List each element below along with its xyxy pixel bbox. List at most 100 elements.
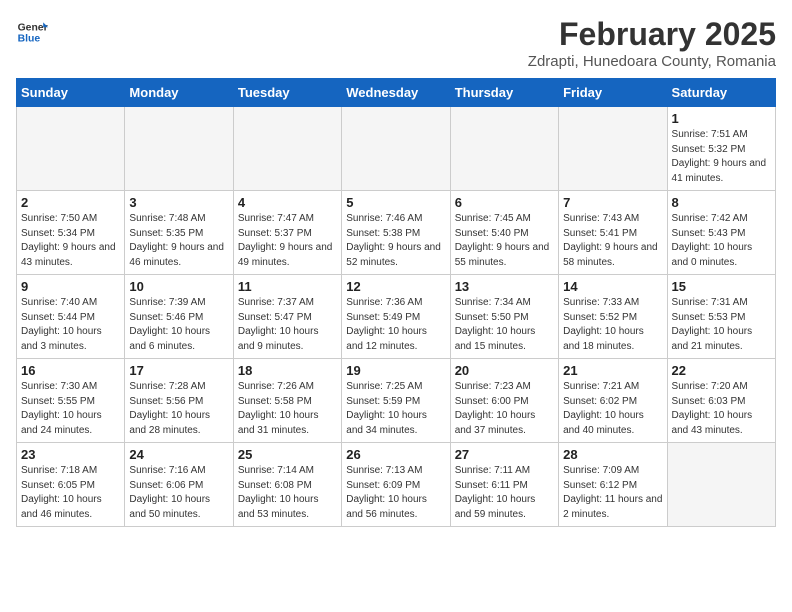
weekday-header-friday: Friday: [559, 79, 667, 107]
page-header: General Blue February 2025 Zdrapti, Hune…: [16, 16, 776, 70]
calendar-cell: [233, 107, 341, 191]
day-detail: Sunrise: 7:50 AM Sunset: 5:34 PM Dayligh…: [21, 212, 120, 270]
day-number: 18: [238, 363, 337, 378]
calendar-cell: 28 Sunrise: 7:09 AM Sunset: 6:12 PM Dayli…: [559, 443, 667, 527]
calendar-cell: 20 Sunrise: 7:23 AM Sunset: 6:00 PM Dayli…: [450, 359, 558, 443]
logo-icon: General Blue: [16, 16, 48, 48]
day-number: 26: [346, 447, 445, 462]
calendar-cell: [125, 107, 233, 191]
calendar-week-3: 16 Sunrise: 7:30 AM Sunset: 5:55 PM Dayli…: [17, 359, 776, 443]
day-number: 1: [672, 111, 771, 126]
weekday-header-monday: Monday: [125, 79, 233, 107]
title-area: February 2025 Zdrapti, Hunedoara County,…: [528, 16, 776, 70]
day-detail: Sunrise: 7:09 AM Sunset: 6:12 PM Dayligh…: [563, 464, 662, 522]
day-detail: Sunrise: 7:23 AM Sunset: 6:00 PM Dayligh…: [455, 380, 554, 438]
day-detail: Sunrise: 7:31 AM Sunset: 5:53 PM Dayligh…: [672, 296, 771, 354]
day-number: 23: [21, 447, 120, 462]
calendar-cell: 14 Sunrise: 7:33 AM Sunset: 5:52 PM Dayli…: [559, 275, 667, 359]
calendar-cell: 7 Sunrise: 7:43 AM Sunset: 5:41 PM Daylig…: [559, 191, 667, 275]
calendar-cell: 25 Sunrise: 7:14 AM Sunset: 6:08 PM Dayli…: [233, 443, 341, 527]
weekday-header-wednesday: Wednesday: [342, 79, 450, 107]
day-detail: Sunrise: 7:11 AM Sunset: 6:11 PM Dayligh…: [455, 464, 554, 522]
calendar-cell: 19Sunrise: 7:25 AM Sunset: 5:59 PM Dayli…: [342, 359, 450, 443]
day-detail: Sunrise: 7:16 AM Sunset: 6:06 PM Dayligh…: [129, 464, 228, 522]
day-detail: Sunrise: 7:42 AM Sunset: 5:43 PM Dayligh…: [672, 212, 771, 270]
calendar-cell: 6Sunrise: 7:45 AM Sunset: 5:40 PM Daylig…: [450, 191, 558, 275]
page-title: February 2025: [528, 16, 776, 53]
page-subtitle: Zdrapti, Hunedoara County, Romania: [528, 53, 776, 70]
logo: General Blue: [16, 16, 48, 48]
day-detail: Sunrise: 7:46 AM Sunset: 5:38 PM Dayligh…: [346, 212, 445, 270]
day-number: 27: [455, 447, 554, 462]
day-number: 28: [563, 447, 662, 462]
day-number: 4: [238, 195, 337, 210]
day-number: 25: [238, 447, 337, 462]
day-detail: Sunrise: 7:33 AM Sunset: 5:52 PM Dayligh…: [563, 296, 662, 354]
calendar-cell: [17, 107, 125, 191]
calendar-week-0: 1 Sunrise: 7:51 AM Sunset: 5:32 PM Daylig…: [17, 107, 776, 191]
calendar-week-1: 2 Sunrise: 7:50 AM Sunset: 5:34 PM Daylig…: [17, 191, 776, 275]
calendar-cell: 1 Sunrise: 7:51 AM Sunset: 5:32 PM Daylig…: [667, 107, 775, 191]
calendar-week-2: 9 Sunrise: 7:40 AM Sunset: 5:44 PM Daylig…: [17, 275, 776, 359]
day-number: 22: [672, 363, 771, 378]
day-detail: Sunrise: 7:43 AM Sunset: 5:41 PM Dayligh…: [563, 212, 662, 270]
day-number: 24: [129, 447, 228, 462]
calendar-cell: 10Sunrise: 7:39 AM Sunset: 5:46 PM Dayli…: [125, 275, 233, 359]
calendar-cell: [667, 443, 775, 527]
day-number: 3: [129, 195, 228, 210]
day-number: 2: [21, 195, 120, 210]
calendar-cell: 13 Sunrise: 7:34 AM Sunset: 5:50 PM Dayli…: [450, 275, 558, 359]
day-detail: Sunrise: 7:26 AM Sunset: 5:58 PM Dayligh…: [238, 380, 337, 438]
day-detail: Sunrise: 7:28 AM Sunset: 5:56 PM Dayligh…: [129, 380, 228, 438]
svg-text:Blue: Blue: [18, 34, 41, 45]
day-number: 8: [672, 195, 771, 210]
calendar-cell: 4 Sunrise: 7:47 AM Sunset: 5:37 PM Daylig…: [233, 191, 341, 275]
calendar-cell: 27 Sunrise: 7:11 AM Sunset: 6:11 PM Dayli…: [450, 443, 558, 527]
calendar-header-row: SundayMondayTuesdayWednesdayThursdayFrid…: [17, 79, 776, 107]
calendar-table: SundayMondayTuesdayWednesdayThursdayFrid…: [16, 78, 776, 527]
day-number: 17: [129, 363, 228, 378]
day-detail: Sunrise: 7:51 AM Sunset: 5:32 PM Dayligh…: [672, 128, 771, 186]
day-detail: Sunrise: 7:37 AM Sunset: 5:47 PM Dayligh…: [238, 296, 337, 354]
calendar-cell: 17 Sunrise: 7:28 AM Sunset: 5:56 PM Dayli…: [125, 359, 233, 443]
day-number: 20: [455, 363, 554, 378]
day-number: 14: [563, 279, 662, 294]
day-number: 5: [346, 195, 445, 210]
calendar-cell: 23 Sunrise: 7:18 AM Sunset: 6:05 PM Dayli…: [17, 443, 125, 527]
day-number: 6: [455, 195, 554, 210]
calendar-cell: 5 Sunrise: 7:46 AM Sunset: 5:38 PM Daylig…: [342, 191, 450, 275]
weekday-header-saturday: Saturday: [667, 79, 775, 107]
day-detail: Sunrise: 7:18 AM Sunset: 6:05 PM Dayligh…: [21, 464, 120, 522]
calendar-cell: 8 Sunrise: 7:42 AM Sunset: 5:43 PM Daylig…: [667, 191, 775, 275]
day-number: 13: [455, 279, 554, 294]
day-detail: Sunrise: 7:30 AM Sunset: 5:55 PM Dayligh…: [21, 380, 120, 438]
calendar-cell: 22 Sunrise: 7:20 AM Sunset: 6:03 PM Dayli…: [667, 359, 775, 443]
day-detail: Sunrise: 7:34 AM Sunset: 5:50 PM Dayligh…: [455, 296, 554, 354]
day-number: 21: [563, 363, 662, 378]
day-detail: Sunrise: 7:13 AM Sunset: 6:09 PM Dayligh…: [346, 464, 445, 522]
day-number: 12: [346, 279, 445, 294]
calendar-cell: 9 Sunrise: 7:40 AM Sunset: 5:44 PM Daylig…: [17, 275, 125, 359]
calendar-cell: [559, 107, 667, 191]
day-detail: Sunrise: 7:39 AM Sunset: 5:46 PM Dayligh…: [129, 296, 228, 354]
day-number: 9: [21, 279, 120, 294]
day-detail: Sunrise: 7:36 AM Sunset: 5:49 PM Dayligh…: [346, 296, 445, 354]
weekday-header-sunday: Sunday: [17, 79, 125, 107]
day-number: 16: [21, 363, 120, 378]
calendar-cell: 15Sunrise: 7:31 AM Sunset: 5:53 PM Dayli…: [667, 275, 775, 359]
day-detail: Sunrise: 7:40 AM Sunset: 5:44 PM Dayligh…: [21, 296, 120, 354]
calendar-cell: 3 Sunrise: 7:48 AM Sunset: 5:35 PM Daylig…: [125, 191, 233, 275]
calendar-cell: 12 Sunrise: 7:36 AM Sunset: 5:49 PM Dayli…: [342, 275, 450, 359]
weekday-header-thursday: Thursday: [450, 79, 558, 107]
day-number: 11: [238, 279, 337, 294]
calendar-cell: 24 Sunrise: 7:16 AM Sunset: 6:06 PM Dayli…: [125, 443, 233, 527]
day-number: 19: [346, 363, 445, 378]
day-detail: Sunrise: 7:48 AM Sunset: 5:35 PM Dayligh…: [129, 212, 228, 270]
calendar-cell: 11 Sunrise: 7:37 AM Sunset: 5:47 PM Dayli…: [233, 275, 341, 359]
day-detail: Sunrise: 7:47 AM Sunset: 5:37 PM Dayligh…: [238, 212, 337, 270]
day-number: 7: [563, 195, 662, 210]
calendar-cell: [342, 107, 450, 191]
day-detail: Sunrise: 7:14 AM Sunset: 6:08 PM Dayligh…: [238, 464, 337, 522]
calendar-cell: 16 Sunrise: 7:30 AM Sunset: 5:55 PM Dayli…: [17, 359, 125, 443]
day-detail: Sunrise: 7:20 AM Sunset: 6:03 PM Dayligh…: [672, 380, 771, 438]
